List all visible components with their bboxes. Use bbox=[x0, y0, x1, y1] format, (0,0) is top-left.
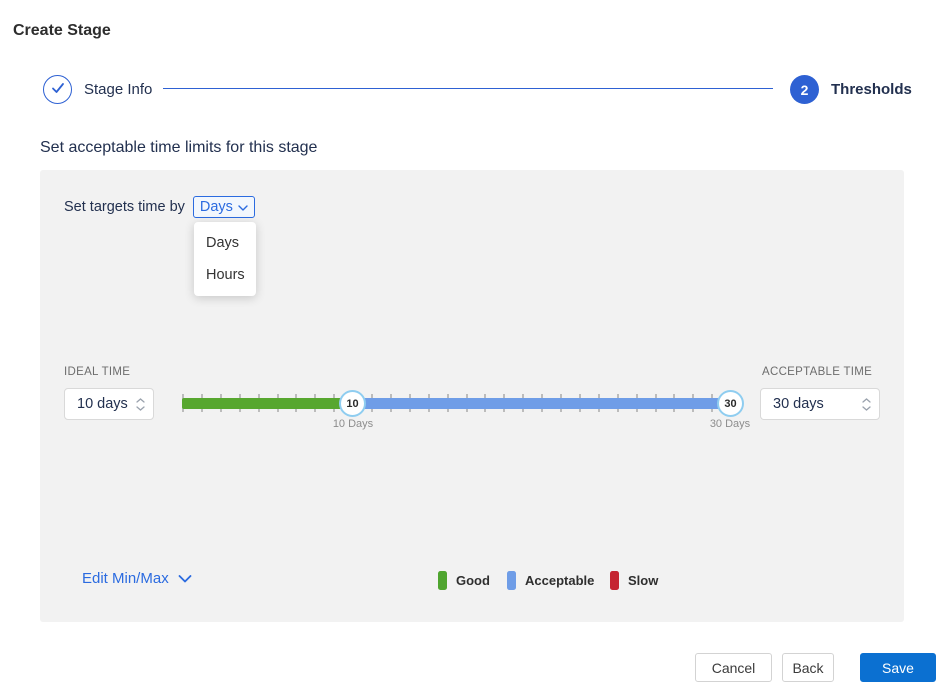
edit-minmax-link[interactable]: Edit Min/Max bbox=[82, 570, 192, 587]
slider-segment-acceptable bbox=[352, 398, 741, 409]
legend-item-good: Good bbox=[438, 571, 490, 590]
page-title: Create Stage bbox=[13, 22, 111, 40]
stepper-step-thresholds[interactable]: 2 Thresholds bbox=[790, 75, 912, 104]
legend-swatch-slow bbox=[610, 571, 619, 590]
back-button[interactable]: Back bbox=[782, 653, 834, 682]
step-complete-circle bbox=[43, 75, 72, 104]
acceptable-time-value[interactable] bbox=[761, 396, 860, 412]
chevron-down-icon bbox=[238, 199, 248, 215]
legend-label: Slow bbox=[628, 573, 658, 588]
chevron-down-icon bbox=[136, 406, 145, 411]
cancel-button[interactable]: Cancel bbox=[695, 653, 772, 682]
unit-option-days[interactable]: Days bbox=[194, 227, 256, 259]
targets-label: Set targets time by bbox=[64, 199, 185, 215]
chevron-up-icon bbox=[862, 398, 871, 403]
step-number-circle: 2 bbox=[790, 75, 819, 104]
ideal-time-input[interactable] bbox=[64, 388, 154, 420]
legend-swatch-acceptable bbox=[507, 571, 516, 590]
check-icon bbox=[51, 81, 65, 99]
acceptable-time-stepper[interactable] bbox=[860, 398, 879, 411]
acceptable-time-label: ACCEPTABLE TIME bbox=[762, 366, 872, 378]
thresholds-panel: Set targets time by Days Days Hours IDEA… bbox=[40, 170, 904, 622]
save-button[interactable]: Save bbox=[860, 653, 936, 682]
unit-option-hours[interactable]: Hours bbox=[194, 259, 256, 291]
slider-segment-good bbox=[182, 398, 352, 409]
ideal-time-value[interactable] bbox=[65, 396, 134, 412]
acceptable-time-input[interactable] bbox=[760, 388, 880, 420]
ideal-time-label: IDEAL TIME bbox=[64, 366, 130, 378]
legend-item-acceptable: Acceptable bbox=[507, 571, 594, 590]
edit-minmax-label: Edit Min/Max bbox=[82, 570, 169, 587]
legend-item-slow: Slow bbox=[610, 571, 658, 590]
chevron-down-icon bbox=[178, 570, 192, 587]
targets-row: Set targets time by Days bbox=[64, 196, 255, 218]
step-label: Stage Info bbox=[84, 75, 152, 104]
slider-max-caption: 30 Days bbox=[695, 418, 765, 430]
chevron-down-icon bbox=[862, 406, 871, 411]
stepper-connector-line bbox=[163, 88, 773, 89]
stepper-step-stage-info[interactable]: Stage Info bbox=[43, 75, 152, 104]
chevron-up-icon bbox=[136, 398, 145, 403]
unit-dropdown-menu: Days Hours bbox=[194, 222, 256, 296]
slider-handle-max[interactable]: 30 bbox=[717, 390, 744, 417]
time-range-slider[interactable]: 10 30 10 Days 30 Days bbox=[182, 386, 744, 432]
legend-label: Good bbox=[456, 573, 490, 588]
legend-swatch-good bbox=[438, 571, 447, 590]
ideal-time-stepper[interactable] bbox=[134, 398, 153, 411]
unit-dropdown-value: Days bbox=[200, 199, 233, 215]
section-heading: Set acceptable time limits for this stag… bbox=[40, 139, 317, 157]
unit-dropdown-trigger[interactable]: Days bbox=[193, 196, 255, 218]
slider-handle-min[interactable]: 10 bbox=[339, 390, 366, 417]
step-label: Thresholds bbox=[831, 75, 912, 104]
slider-min-caption: 10 Days bbox=[318, 418, 388, 430]
legend-label: Acceptable bbox=[525, 573, 594, 588]
